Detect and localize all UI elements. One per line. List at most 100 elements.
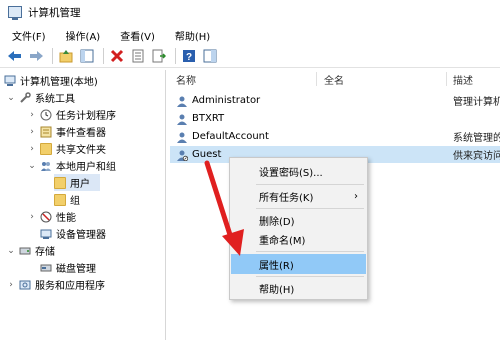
tree-item-task-scheduler[interactable]: › 任务计划程序 bbox=[27, 106, 116, 123]
menu-view[interactable]: 查看(V) bbox=[114, 28, 161, 43]
show-action-pane-icon[interactable] bbox=[201, 47, 219, 65]
tree-label: 组 bbox=[70, 196, 80, 207]
folder-icon bbox=[54, 193, 66, 206]
menu-item-label: 所有任务(K) bbox=[259, 192, 314, 204]
properties-icon[interactable] bbox=[129, 47, 147, 65]
tree-label: 性能 bbox=[56, 213, 76, 224]
disabled-user-icon bbox=[176, 149, 189, 161]
menu-item-properties[interactable]: 属性(R) bbox=[231, 254, 366, 274]
performance-icon bbox=[40, 211, 52, 223]
menu-item-help[interactable]: 帮助(H) bbox=[231, 278, 366, 298]
menu-item-rename[interactable]: 重命名(M) bbox=[231, 229, 366, 249]
tree-label: 设备管理器 bbox=[56, 230, 106, 241]
toolbar-separator bbox=[52, 47, 53, 64]
tree-item-groups[interactable]: 组 bbox=[54, 191, 80, 208]
user-description: 管理计算机(域)的 bbox=[453, 97, 500, 108]
tree-label: 计算机管理(本地) bbox=[20, 77, 98, 88]
table-row[interactable]: DefaultAccount 系统管理的用户帐户 bbox=[170, 128, 500, 145]
menu-bar: 文件(F) 操作(A) 查看(V) 帮助(H) bbox=[0, 26, 500, 44]
column-header-fullname[interactable]: 全名 bbox=[324, 70, 344, 88]
tree-item-users[interactable]: 用户 bbox=[54, 174, 100, 191]
device-manager-icon bbox=[40, 228, 52, 240]
menu-separator bbox=[256, 276, 364, 277]
menu-separator bbox=[256, 251, 364, 252]
shared-folder-icon bbox=[40, 142, 52, 155]
forward-icon[interactable] bbox=[27, 47, 45, 65]
storage-icon bbox=[19, 245, 31, 257]
tree-item-root[interactable]: 计算机管理(本地) bbox=[4, 72, 98, 89]
chevron-down-icon[interactable]: ⌄ bbox=[6, 93, 16, 103]
column-divider[interactable] bbox=[316, 72, 317, 86]
menu-item-set-password[interactable]: 设置密码(S)... bbox=[231, 161, 366, 181]
menu-item-all-tasks[interactable]: 所有任务(K) › bbox=[231, 186, 366, 206]
tree-label: 共享文件夹 bbox=[56, 145, 106, 156]
chevron-right-icon[interactable]: › bbox=[27, 127, 37, 137]
event-viewer-icon bbox=[40, 126, 52, 138]
menu-item-label: 帮助(H) bbox=[259, 284, 295, 296]
tree-item-device-manager[interactable]: 设备管理器 bbox=[40, 225, 106, 242]
user-name: Administrator bbox=[192, 95, 261, 106]
menu-item-label: 重命名(M) bbox=[259, 235, 306, 247]
tree-label: 磁盘管理 bbox=[56, 264, 96, 275]
menu-file[interactable]: 文件(F) bbox=[6, 28, 52, 43]
tree-label: 任务计划程序 bbox=[56, 111, 116, 122]
services-icon bbox=[19, 279, 31, 291]
column-header-description[interactable]: 描述 bbox=[453, 70, 473, 88]
menu-action[interactable]: 操作(A) bbox=[60, 28, 107, 43]
user-icon bbox=[176, 113, 188, 125]
table-row[interactable]: BTXRT bbox=[170, 110, 500, 127]
chevron-right-icon[interactable]: › bbox=[27, 144, 37, 154]
user-description: 系统管理的用户帐户 bbox=[453, 133, 500, 144]
tree-label: 系统工具 bbox=[35, 94, 75, 105]
tree-label: 用户 bbox=[70, 179, 90, 190]
context-menu: 设置密码(S)... 所有任务(K) › 删除(D) 重命名(M) 属性(R) … bbox=[229, 157, 368, 300]
menu-help[interactable]: 帮助(H) bbox=[169, 28, 216, 43]
chevron-right-icon: › bbox=[354, 190, 358, 202]
chevron-right-icon[interactable]: › bbox=[27, 212, 37, 222]
show-hide-tree-icon[interactable] bbox=[78, 47, 96, 65]
tools-icon bbox=[19, 91, 31, 104]
user-name: BTXRT bbox=[192, 113, 225, 124]
folder-icon bbox=[54, 176, 66, 189]
tree-item-disk-management[interactable]: 磁盘管理 bbox=[40, 259, 96, 276]
window-title: 计算机管理 bbox=[28, 6, 81, 19]
delete-icon[interactable] bbox=[108, 47, 126, 65]
user-name: Guest bbox=[192, 149, 222, 160]
column-divider[interactable] bbox=[446, 72, 447, 86]
tree-item-storage[interactable]: ⌄ 存储 bbox=[6, 242, 55, 259]
chevron-down-icon[interactable]: ⌄ bbox=[6, 246, 16, 256]
users-group-icon bbox=[40, 160, 52, 172]
menu-item-label: 属性(R) bbox=[259, 260, 294, 272]
tree-item-services-applications[interactable]: › 服务和应用程序 bbox=[6, 276, 105, 293]
computer-management-icon bbox=[8, 6, 22, 20]
tree-label: 存储 bbox=[35, 247, 55, 258]
computer-icon bbox=[4, 75, 16, 87]
toolbar: ? bbox=[0, 44, 500, 68]
back-icon[interactable] bbox=[6, 47, 24, 65]
chevron-right-icon[interactable]: › bbox=[6, 280, 16, 290]
tree-item-system-tools[interactable]: ⌄ 系统工具 bbox=[6, 89, 75, 106]
up-folder-icon[interactable] bbox=[57, 47, 75, 65]
tree-item-performance[interactable]: › 性能 bbox=[27, 208, 76, 225]
tree-label: 本地用户和组 bbox=[56, 162, 116, 173]
menu-item-delete[interactable]: 删除(D) bbox=[231, 210, 366, 230]
chevron-down-icon[interactable]: ⌄ bbox=[27, 161, 37, 171]
help-icon[interactable]: ? bbox=[180, 47, 198, 65]
export-list-icon[interactable] bbox=[150, 47, 168, 65]
toolbar-separator bbox=[175, 47, 176, 64]
tree-label: 事件查看器 bbox=[56, 128, 106, 139]
title-bar: 计算机管理 bbox=[0, 0, 500, 24]
tree-label: 服务和应用程序 bbox=[35, 281, 105, 292]
user-name: DefaultAccount bbox=[192, 131, 269, 142]
chevron-right-icon[interactable]: › bbox=[27, 110, 37, 120]
table-row[interactable]: Administrator 管理计算机(域)的 bbox=[170, 92, 500, 109]
svg-text:?: ? bbox=[186, 52, 192, 63]
tree-item-shared-folders[interactable]: › 共享文件夹 bbox=[27, 140, 106, 157]
column-header-name[interactable]: 名称 bbox=[176, 70, 196, 88]
user-icon bbox=[176, 131, 188, 143]
toolbar-separator bbox=[103, 47, 104, 64]
user-description: 供来宾访问计算机 bbox=[453, 151, 500, 162]
tree-item-local-users-groups[interactable]: ⌄ 本地用户和组 bbox=[27, 157, 116, 174]
menu-item-label: 删除(D) bbox=[259, 216, 295, 228]
tree-item-event-viewer[interactable]: › 事件查看器 bbox=[27, 123, 106, 140]
